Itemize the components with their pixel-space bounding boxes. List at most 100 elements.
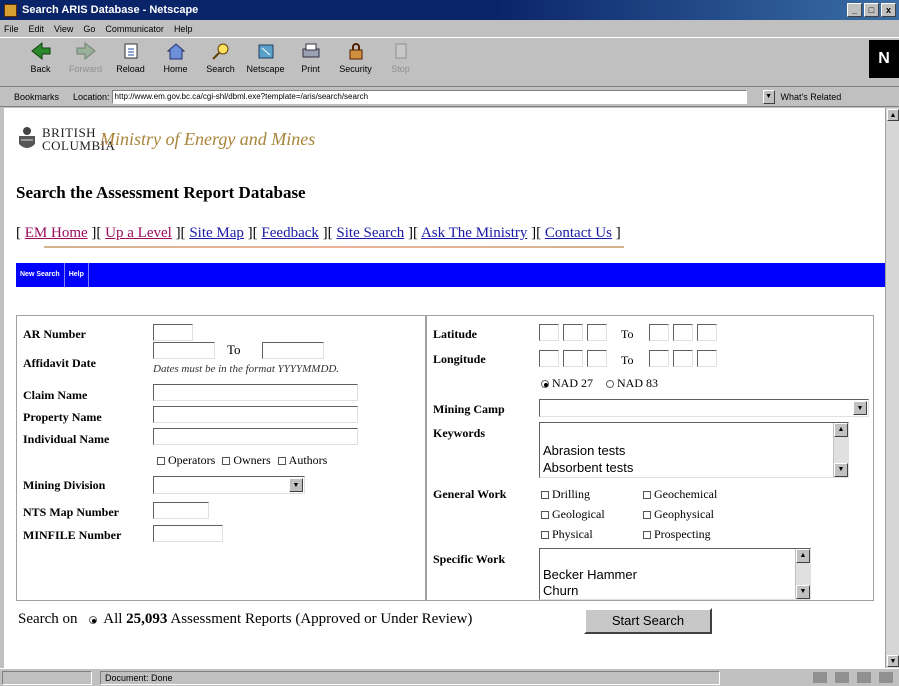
decorative-divider	[44, 246, 624, 248]
nad27-radio[interactable]	[541, 380, 549, 389]
close-button[interactable]: x	[881, 3, 896, 17]
menu-go[interactable]: Go	[83, 24, 95, 34]
menu-edit[interactable]: Edit	[29, 24, 45, 34]
mining-camp-select[interactable]: ▼	[539, 399, 869, 417]
keywords-listbox[interactable]: Abrasion tests Absorbent tests ▲ ▼	[539, 422, 849, 478]
maximize-button[interactable]: □	[864, 3, 879, 17]
specific-work-scrollbar[interactable]: ▲ ▼	[795, 549, 810, 599]
nav-contact-us[interactable]: Contact Us	[545, 225, 612, 241]
all-reports-radio[interactable]	[89, 615, 98, 624]
minfile-input[interactable]	[153, 525, 223, 542]
mining-division-select[interactable]: ▼	[153, 476, 305, 494]
chevron-down-icon: ▼	[853, 401, 867, 415]
location-url-input[interactable]: http://www.em.gov.bc.ca/cgi-shl/dbml.exe…	[111, 89, 747, 104]
scroll-down-icon[interactable]: ▼	[796, 585, 810, 599]
affidavit-date-label: Affidavit Date	[23, 356, 96, 370]
latitude-to-min-input[interactable]	[673, 324, 693, 341]
latitude-sec-input[interactable]	[587, 324, 607, 341]
ar-number-input[interactable]	[153, 324, 193, 341]
latitude-to-sec-input[interactable]	[697, 324, 717, 341]
menu-file[interactable]: File	[4, 24, 19, 34]
nav-ask-the-ministry[interactable]: Ask The Ministry	[421, 225, 527, 241]
home-button[interactable]: Home	[153, 38, 198, 84]
longitude-min-input[interactable]	[563, 350, 583, 367]
search-scope-suffix: Assessment Reports (Approved or Under Re…	[170, 611, 473, 627]
scroll-up-icon[interactable]: ▲	[796, 549, 810, 563]
longitude-to-min-input[interactable]	[673, 350, 693, 367]
property-name-label: Property Name	[23, 410, 102, 424]
search-criteria-left: AR Number Affidavit Date To Dates must b…	[16, 315, 426, 601]
keyword-option[interactable]: Abrasion tests	[543, 443, 625, 458]
status-text: Document: Done	[100, 670, 720, 685]
gw-geological: Geological	[541, 507, 605, 522]
menu-view[interactable]: View	[54, 24, 73, 34]
nav-site-map[interactable]: Site Map	[189, 225, 244, 241]
specific-work-listbox[interactable]: Becker Hammer Churn ▲ ▼	[539, 548, 811, 600]
longitude-to-deg-input[interactable]	[649, 350, 669, 367]
geochemical-checkbox[interactable]	[643, 491, 651, 500]
operators-checkbox[interactable]	[157, 457, 165, 466]
keyword-option[interactable]: Absorbent tests	[543, 460, 633, 475]
print-button[interactable]: Print	[288, 38, 333, 84]
affidavit-date-from-input[interactable]	[153, 342, 215, 359]
location-dropdown-icon[interactable]: ▼	[762, 89, 775, 104]
nad83-radio[interactable]	[606, 380, 614, 389]
owners-checkbox[interactable]	[222, 457, 231, 466]
minimize-button[interactable]: _	[847, 3, 862, 17]
help-button[interactable]: Help	[65, 263, 89, 287]
claim-name-input[interactable]	[153, 384, 358, 401]
back-button[interactable]: Back	[18, 38, 63, 84]
netscape-button[interactable]: Netscape	[243, 38, 288, 84]
scroll-up-icon[interactable]: ▲	[834, 423, 848, 437]
drilling-checkbox[interactable]	[541, 491, 549, 500]
new-search-button[interactable]: New Search	[16, 263, 65, 287]
affidavit-date-to-input[interactable]	[262, 342, 324, 359]
menu-communicator[interactable]: Communicator	[105, 24, 164, 34]
longitude-sec-input[interactable]	[587, 350, 607, 367]
page-scrollbar[interactable]: ▲ ▼	[885, 108, 899, 668]
specific-work-option[interactable]: Churn	[543, 583, 578, 598]
longitude-deg-input[interactable]	[539, 350, 559, 367]
nav-up-a-level[interactable]: Up a Level	[105, 225, 172, 241]
physical-checkbox[interactable]	[541, 531, 549, 540]
keywords-scrollbar[interactable]: ▲ ▼	[833, 423, 848, 477]
stop-button[interactable]: Stop	[378, 38, 423, 84]
nav-feedback[interactable]: Feedback	[261, 225, 318, 241]
scroll-down-icon[interactable]: ▼	[887, 655, 899, 667]
authors-checkbox[interactable]	[277, 457, 286, 466]
date-format-hint: Dates must be in the format YYYYMMDD.	[153, 363, 340, 375]
menu-help[interactable]: Help	[174, 24, 193, 34]
geological-checkbox[interactable]	[541, 511, 549, 520]
whats-related-button[interactable]: What's Related	[781, 92, 842, 102]
latitude-to-deg-input[interactable]	[649, 324, 669, 341]
latitude-deg-input[interactable]	[539, 324, 559, 341]
print-icon	[302, 43, 319, 58]
scroll-down-icon[interactable]: ▼	[834, 463, 848, 477]
search-button[interactable]: Search	[198, 38, 243, 84]
individual-name-input[interactable]	[153, 428, 358, 445]
geophysical-checkbox[interactable]	[643, 511, 651, 520]
navigation-toolbar: Back Forward Reload Home Search Netscape…	[0, 37, 899, 87]
security-button[interactable]: Security	[333, 38, 378, 84]
forward-arrow-icon	[76, 41, 96, 61]
longitude-to-sec-input[interactable]	[697, 350, 717, 367]
specific-work-option[interactable]: Becker Hammer	[543, 567, 637, 582]
nav-site-search[interactable]: Site Search	[336, 225, 404, 241]
scroll-up-icon[interactable]: ▲	[887, 109, 899, 121]
property-name-input[interactable]	[153, 406, 358, 423]
latitude-min-input[interactable]	[563, 324, 583, 341]
navigator-icon[interactable]	[813, 672, 827, 683]
netscape-app-icon	[4, 3, 17, 17]
forward-button[interactable]: Forward	[63, 38, 108, 84]
composer-icon[interactable]	[879, 672, 893, 683]
start-search-button[interactable]: Start Search	[584, 608, 712, 634]
connection-status-icon	[2, 670, 92, 685]
reload-button[interactable]: Reload	[108, 38, 153, 84]
nts-map-input[interactable]	[153, 502, 209, 519]
newsgroups-icon[interactable]	[857, 672, 871, 683]
nav-em-home[interactable]: EM Home	[25, 225, 88, 241]
bookmarks-button[interactable]: Bookmarks	[14, 92, 59, 102]
prospecting-checkbox[interactable]	[643, 531, 651, 540]
netscape-logo: N	[869, 40, 899, 78]
mail-icon[interactable]	[835, 672, 849, 683]
